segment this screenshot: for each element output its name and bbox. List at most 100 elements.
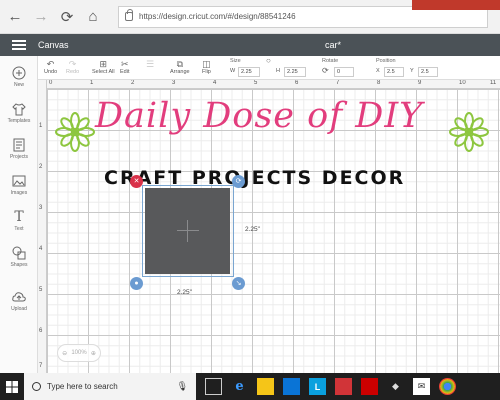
width-field[interactable]: 2.25 [238, 67, 260, 77]
width-letter: W [230, 68, 236, 74]
ruler-number: 2 [39, 164, 43, 170]
image-icon [11, 174, 27, 188]
rotate-handle-icon[interactable]: ⟳ [232, 175, 245, 188]
panel-item-projects[interactable]: Projects [0, 134, 38, 164]
select-all-button[interactable]: ⊞ Select All [92, 59, 115, 75]
height-letter: H [276, 68, 280, 74]
resize-handle-icon[interactable]: ↘ [232, 277, 245, 290]
taskbar-search[interactable]: Type here to search 🎙 [24, 373, 196, 400]
microphone-icon[interactable]: 🎙 [177, 381, 188, 392]
ruler-number: 1 [39, 123, 43, 129]
shapes-icon [11, 246, 27, 260]
flip-button[interactable]: ◫ Flip [202, 59, 211, 75]
panel-item-new[interactable]: New [0, 62, 38, 92]
home-icon[interactable]: ⌂ [82, 6, 104, 28]
search-placeholder: Type here to search [47, 382, 118, 391]
windows-start-icon[interactable] [0, 373, 24, 400]
square-shape[interactable] [145, 188, 230, 274]
panel-item-text[interactable]: T Text [0, 206, 38, 236]
undo-button[interactable]: ↶ Undo [44, 59, 57, 75]
size-lock-icon[interactable]: ○ [266, 56, 271, 65]
height-field[interactable]: 2.25 [284, 67, 306, 77]
ruler-number: 4 [39, 246, 43, 252]
zoom-out-icon[interactable]: ⊖ [62, 350, 67, 357]
panel-item-upload[interactable]: Upload [0, 286, 38, 316]
panel-label: Shapes [10, 262, 28, 268]
panel-label: Projects [9, 154, 29, 160]
task-view-icon[interactable] [205, 378, 222, 395]
redo-icon: ↷ [68, 59, 77, 69]
panel-label: Upload [11, 306, 27, 312]
lock-handle-icon[interactable]: ● [130, 277, 143, 290]
panel-label: Text [14, 226, 24, 232]
panel-item-templates[interactable]: Templates [0, 98, 38, 128]
document-title: car* [325, 40, 342, 50]
undo-label: Undo [44, 69, 58, 75]
forward-arrow-icon[interactable]: → [30, 6, 52, 28]
app-icon[interactable]: ◆ [387, 378, 404, 395]
edge-icon[interactable]: e [231, 378, 248, 395]
flower-right-icon [449, 112, 489, 152]
back-arrow-icon[interactable]: ← [4, 6, 26, 28]
url-text: https://design.cricut.com/#/design/88541… [139, 12, 296, 21]
ruler-number: 3 [172, 80, 176, 86]
position-label: Position [376, 58, 396, 64]
rotate-icon: ⟳ [322, 66, 329, 75]
zoom-value: 100% [71, 350, 87, 356]
size-label: Size [230, 58, 241, 64]
delete-handle-icon[interactable]: ✕ [130, 175, 143, 188]
align-button[interactable]: ☰ [146, 59, 154, 69]
text-icon: T [14, 209, 24, 225]
edit-toolbar: ↶ Undo ↷ Redo ⊞ Select All ✂ Edit ☰ ⧉ Ar… [38, 56, 500, 80]
app-red-icon[interactable] [335, 378, 352, 395]
edit-label: Edit [120, 69, 130, 75]
width-dimension-label: 2.25" [177, 289, 192, 296]
panel-item-images[interactable]: Images [0, 170, 38, 200]
flip-label: Flip [202, 69, 211, 75]
x-field[interactable]: 2.5 [384, 67, 404, 77]
store-icon[interactable] [283, 378, 300, 395]
panel-label: Templates [7, 118, 31, 124]
rotate-field[interactable]: 0 [334, 67, 354, 77]
ruler-top: 0 1 2 3 4 5 6 7 8 9 10 11 [38, 80, 500, 89]
plus-circle-icon [11, 66, 27, 80]
refresh-icon[interactable]: ⟳ [56, 6, 78, 28]
align-icon: ☰ [146, 59, 155, 69]
redo-button[interactable]: ↷ Redo [66, 59, 79, 75]
panel-item-shapes[interactable]: Shapes [0, 242, 38, 272]
app-title: Canvas [38, 40, 69, 50]
select-all-icon: ⊞ [99, 59, 108, 69]
app-l-icon[interactable]: L [309, 378, 326, 395]
arrange-button[interactable]: ⧉ Arrange [170, 59, 190, 75]
mail-icon[interactable]: ✉ [413, 378, 430, 395]
edit-button[interactable]: ✂ Edit [120, 59, 129, 75]
ruler-number: 5 [254, 80, 258, 86]
height-dimension-label: 2.25" [245, 226, 260, 233]
ruler-number: 3 [39, 205, 43, 211]
panel-label: Images [10, 190, 28, 196]
shirt-icon [11, 102, 27, 116]
chrome-icon[interactable] [439, 378, 456, 395]
windows-taskbar: Type here to search 🎙 e L ◆ ✉ [0, 373, 500, 400]
ruler-number: 10 [459, 80, 466, 86]
hamburger-menu-icon[interactable] [12, 40, 26, 50]
arrange-label: Arrange [170, 69, 190, 75]
search-icon [32, 382, 41, 391]
y-field[interactable]: 2.5 [418, 67, 438, 77]
ruler-number: 9 [418, 80, 422, 86]
panel-label: New [13, 82, 24, 88]
ruler-number: 8 [377, 80, 381, 86]
ruler-number: 1 [90, 80, 94, 86]
browser-tab-strip [412, 0, 500, 10]
ruler-number: 0 [49, 80, 53, 86]
arrange-icon: ⧉ [176, 59, 183, 69]
ruler-number: 4 [213, 80, 217, 86]
zoom-in-icon[interactable]: ⊕ [91, 350, 96, 357]
browser-bar: ← → ⟳ ⌂ https://design.cricut.com/#/desi… [0, 0, 500, 34]
mcafee-icon[interactable] [361, 378, 378, 395]
file-explorer-icon[interactable] [257, 378, 274, 395]
ruler-number: 7 [39, 363, 43, 369]
flip-icon: ◫ [202, 59, 211, 69]
left-panel: New Templates Projects Images T Text Sha… [0, 56, 38, 373]
center-crosshair [177, 230, 199, 231]
